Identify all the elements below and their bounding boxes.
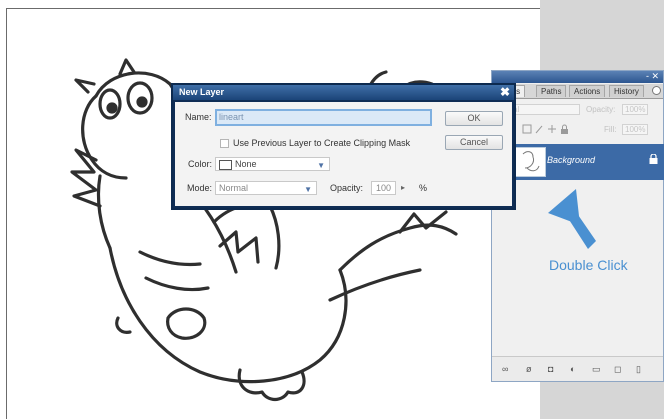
new-layer-dialog: New Layer ✖ Name: lineart OK Cancel Use … [171,83,516,210]
mode-label: Mode: [187,183,213,193]
link-layers-icon[interactable]: ∞ [502,365,508,374]
tab-history[interactable]: History [609,85,644,97]
panel-menu-button[interactable] [652,86,661,95]
opacity-unit: % [419,183,428,193]
dialog-titlebar[interactable]: New Layer ✖ [173,85,514,100]
adjustment-layer-icon[interactable]: ◐ [570,365,575,374]
layer-opacity-input[interactable]: 100% [622,104,648,115]
layer-mask-icon[interactable]: ◘ [548,365,553,374]
layer-style-icon[interactable]: ø [526,365,532,374]
opacity-input[interactable]: 100 [371,181,396,195]
cancel-button[interactable]: Cancel [445,135,503,150]
color-swatch [219,160,232,170]
color-select[interactable]: None ▼ [215,157,330,171]
lock-options-icon[interactable] [522,124,570,135]
chevron-down-icon: ▼ [317,161,325,170]
layers-panel-tabs: ers Paths Actions History [492,84,663,99]
screenshot-stage: - ✕ ers Paths Actions History al Opacity… [0,0,664,419]
dialog-body: Name: lineart OK Cancel Use Previous Lay… [175,102,512,206]
layer-name-input[interactable]: lineart [215,109,432,126]
new-layer-icon[interactable]: ◻ [614,365,621,374]
mode-value: Normal [219,183,249,193]
layer-row-background[interactable]: Background [511,144,664,180]
layer-thumbnail [514,147,546,177]
layers-panel-titlebar[interactable]: - ✕ [492,71,663,83]
opacity-label: Opacity: [330,183,364,193]
name-label: Name: [185,112,212,122]
panel-window-controls[interactable]: - ✕ [646,71,659,82]
mode-select[interactable]: Normal ▼ [215,181,317,195]
dialog-title: New Layer [179,87,225,97]
fill-input[interactable]: 100% [622,124,648,135]
thumbnail-lineart [522,151,540,172]
color-value: None [235,159,257,169]
ok-button[interactable]: OK [445,111,503,126]
fill-label: Fill: [604,125,617,134]
layer-name[interactable]: Background [547,155,595,165]
opacity-slider-arrow-icon[interactable]: ▸ [401,181,405,195]
chevron-down-icon: ▼ [304,185,312,194]
trash-icon[interactable]: ▯ [636,365,641,374]
lock-row: Fill: 100% [492,122,663,136]
blend-mode-select[interactable]: al [510,104,580,115]
up-arrow-annotation-icon [548,189,596,249]
tab-paths[interactable]: Paths [536,85,567,97]
lock-icon [649,154,658,164]
layer-opacity-label: Opacity: [586,105,616,114]
layers-panel: - ✕ ers Paths Actions History al Opacity… [491,70,664,382]
blend-mode-row: al Opacity: 100% [492,102,663,116]
group-folder-icon[interactable]: ▭ [592,365,601,374]
close-icon[interactable]: ✖ [500,85,510,100]
double-click-annotation: Double Click [549,257,628,273]
tab-actions[interactable]: Actions [569,85,606,97]
color-label: Color: [188,159,213,169]
clipping-mask-label: Use Previous Layer to Create Clipping Ma… [233,138,411,148]
layers-panel-footer: ∞ ø ◘ ◐ ▭ ◻ ▯ [492,356,663,381]
clipping-mask-checkbox[interactable] [220,139,229,148]
